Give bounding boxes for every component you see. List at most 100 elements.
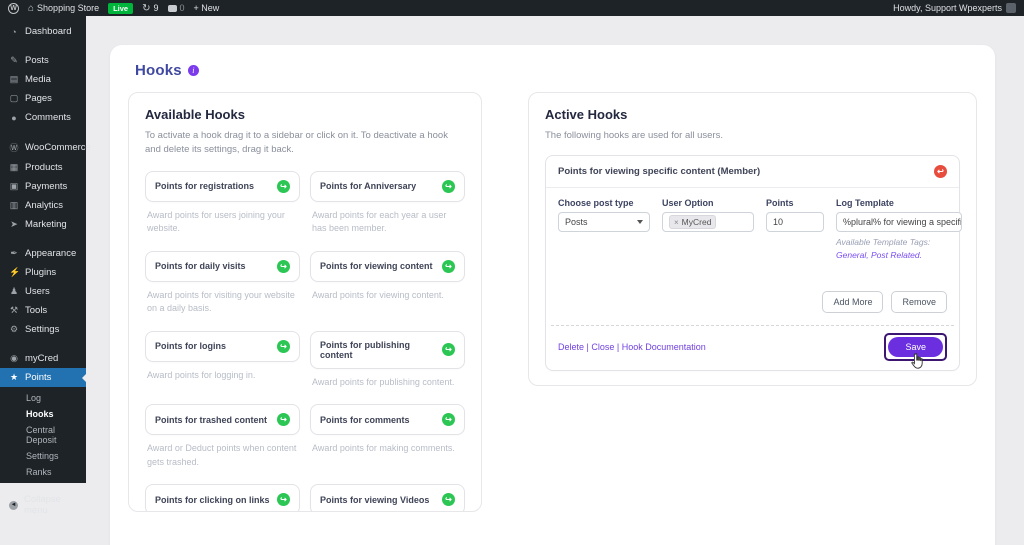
submenu-item[interactable]: Ranks (0, 464, 86, 480)
active-hook-card: Points for viewing specific content (Mem… (545, 155, 962, 371)
footer-link[interactable]: Delete (558, 342, 584, 352)
submenu-item[interactable]: Settings (0, 448, 86, 464)
sidebar-item[interactable]: Ⓦ WooCommerce (0, 137, 90, 158)
activate-hook-icon[interactable]: ↪ (442, 493, 455, 506)
post-type-value: Posts (565, 217, 588, 228)
sidebar-item[interactable]: ★ Points (0, 368, 86, 387)
log-template-input[interactable]: %plural% for viewing a specific (836, 212, 962, 233)
submenu-item[interactable]: Hooks (0, 406, 86, 422)
howdy-text[interactable]: Howdy, Support Wpexperts (893, 3, 1002, 13)
sidebar-item[interactable]: ● Comments (0, 108, 86, 127)
sidebar-item-label: Media (25, 74, 51, 85)
wordpress-menu[interactable]: W (8, 2, 19, 14)
sidebar-item[interactable]: ◔ Dashboard (0, 22, 86, 41)
sidebar-item-label: Comments (25, 112, 71, 123)
sidebar-item[interactable]: ✎ Posts (0, 51, 86, 70)
hook-description: Award points for making comments. (312, 443, 455, 453)
footer-link[interactable]: Hook Documentation (622, 342, 706, 352)
sidebar-item-label: Users (25, 286, 50, 297)
log-template-label: Log Template (836, 198, 894, 209)
activate-hook-icon[interactable]: ↪ (277, 493, 290, 506)
sidebar-item[interactable]: ♟ Users (0, 282, 86, 301)
sidebar-item-icon: ◔ (11, 26, 17, 37)
available-hooks-grid: Points for registrations ↪ Award points … (145, 170, 465, 511)
activate-hook-icon[interactable]: ↪ (442, 343, 455, 356)
activate-hook-icon[interactable]: ↪ (442, 259, 455, 273)
sidebar-item[interactable]: ✒ Appearance (0, 244, 86, 263)
available-hook-card[interactable]: Points for comments ↪ (310, 404, 465, 435)
comments-count: 0 (179, 3, 185, 13)
avatar[interactable] (1006, 3, 1016, 13)
activate-hook-icon[interactable]: ↪ (277, 339, 290, 353)
sidebar-item[interactable]: ⚡ Plugins (0, 263, 86, 282)
sidebar-item[interactable]: ➤ Marketing (0, 215, 86, 234)
comments-indicator[interactable]: 0 (167, 3, 185, 13)
user-option-label: User Option (662, 198, 714, 209)
submenu-item-label: Log (26, 393, 42, 403)
chip-remove-icon[interactable]: × (674, 218, 679, 227)
sidebar-item[interactable]: ⚙ Settings (0, 320, 86, 339)
collapse-menu-label: Collapse menu (24, 494, 61, 516)
available-hook-card[interactable]: Points for publishing content ↪ (310, 330, 465, 369)
hook-title: Points for logins (155, 341, 226, 351)
hook-description: Award points for visiting your website o… (147, 289, 295, 314)
template-tags-links[interactable]: General, Post Related. (836, 250, 922, 260)
available-hook-card[interactable]: Points for Anniversary ↪ (310, 170, 465, 202)
updates-indicator[interactable]: ↻ 9 (142, 3, 158, 14)
sidebar-item[interactable]: ▤ Media (0, 70, 86, 89)
hook-cell: Points for daily visits ↪ Award points f… (145, 250, 300, 316)
sidebar-item-icon: ⚡ (9, 267, 21, 277)
available-hook-card[interactable]: Points for clicking on links ↪ (145, 484, 300, 511)
save-button[interactable]: Save (888, 336, 943, 357)
activate-hook-icon[interactable]: ↪ (442, 413, 455, 426)
sidebar-item[interactable]: ▣ Payments (0, 177, 86, 196)
activate-hook-icon[interactable]: ↪ (277, 179, 290, 193)
sidebar-item[interactable]: ▦ Products (0, 158, 86, 177)
available-hook-card[interactable]: Points for viewing content ↪ (310, 250, 465, 282)
deactivate-hook-icon[interactable]: ↩ (934, 165, 947, 179)
sidebar-item[interactable]: ◉ myCred (0, 349, 86, 368)
post-type-select[interactable]: Posts (558, 212, 650, 233)
add-more-button[interactable]: Add More (822, 290, 884, 313)
sidebar-item-icon: ✒ (10, 248, 18, 258)
sidebar-item-label: Settings (25, 324, 60, 335)
available-hook-card[interactable]: Points for trashed content ↪ (145, 404, 300, 435)
user-option-input[interactable]: × MyCred (662, 212, 754, 233)
points-value: 10 (773, 217, 784, 228)
submenu-item-label: Ranks (26, 467, 52, 477)
points-label: Points (766, 198, 794, 209)
activate-hook-icon[interactable]: ↪ (277, 413, 290, 426)
available-hook-card[interactable]: Points for registrations ↪ (145, 170, 300, 202)
available-hooks-heading: Available Hooks (145, 107, 245, 122)
points-input[interactable]: 10 (766, 212, 824, 233)
available-hook-card[interactable]: Points for logins ↪ (145, 330, 300, 362)
info-icon[interactable]: i (187, 65, 199, 76)
remove-button[interactable]: Remove (891, 290, 947, 313)
sidebar-item-label: Posts (25, 55, 49, 66)
sidebar-item-label: Pages (25, 93, 52, 104)
submenu-item[interactable]: Central Deposit (0, 422, 86, 448)
available-hook-card[interactable]: Points for viewing Videos ↪ (310, 484, 465, 511)
activate-hook-icon[interactable]: ↪ (442, 179, 455, 193)
available-hook-card[interactable]: Points for daily visits ↪ (145, 250, 300, 282)
new-content-menu[interactable]: + New (194, 3, 220, 13)
hook-cell: Points for trashed content ↪ Award or De… (145, 404, 300, 469)
collapse-menu-button[interactable]: ◄ Collapse menu (0, 490, 86, 520)
submenu-item[interactable]: Log (0, 390, 86, 406)
active-hook-header[interactable]: Points for viewing specific content (Mem… (546, 156, 959, 189)
sidebar-item[interactable]: ⚒ Tools (0, 301, 86, 320)
points-submenu: Log Hooks Central Deposit Settings Ranks (0, 387, 86, 480)
hook-cell: Points for logins ↪ Award points for log… (145, 330, 300, 390)
hook-description: Award points for logging in. (147, 369, 256, 380)
sidebar-item-label: Marketing (25, 219, 67, 230)
live-badge[interactable]: Live (108, 2, 134, 14)
points-field: Points 10 (766, 198, 824, 261)
sidebar-item-label: Tools (25, 305, 48, 316)
activate-hook-icon[interactable]: ↪ (277, 259, 290, 273)
sidebar-item[interactable]: ▥ Analytics (0, 196, 86, 215)
sidebar-item[interactable]: ▢ Pages (0, 89, 86, 108)
site-link[interactable]: ⌂ Shopping Store (28, 3, 99, 14)
hook-title: Points for viewing Videos (320, 494, 430, 505)
sidebar-item-label: WooCommerce (25, 142, 91, 153)
footer-link[interactable]: Close (591, 342, 614, 352)
